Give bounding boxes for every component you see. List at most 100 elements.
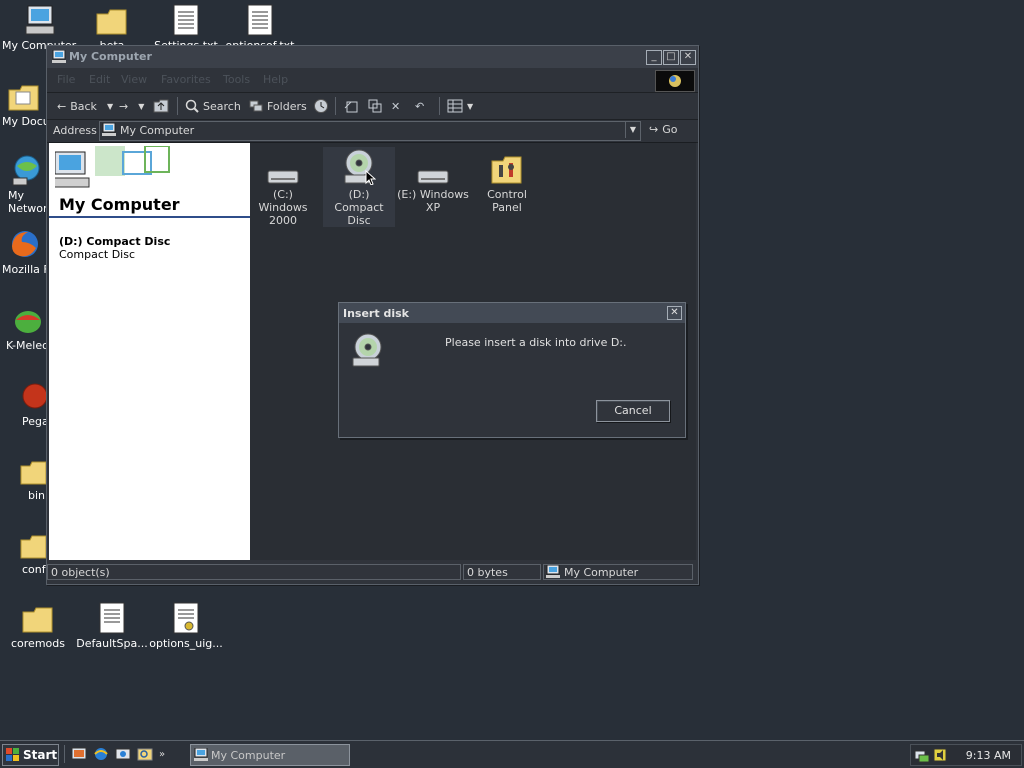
desktop-icon-label: K-Meleon	[6, 339, 46, 352]
menu-bar: File Edit View Favorites Tools Help	[47, 68, 698, 93]
search-icon	[185, 99, 199, 113]
desktop-icon-bin[interactable]: bin	[20, 452, 46, 502]
toolbar: ← Back ▼ → ▼ Search Folders ✕ ↶ ▼	[47, 93, 698, 120]
folder-icon	[20, 535, 46, 559]
outlook-express-icon[interactable]	[115, 746, 131, 762]
copy-to-button[interactable]	[367, 98, 383, 114]
folder-icon	[22, 607, 53, 633]
my-computer-banner-icon	[55, 146, 170, 188]
start-label: Start	[23, 748, 58, 762]
text-file-icon	[247, 4, 273, 36]
desktop-icon-my-network-places[interactable]: My Network Places	[8, 152, 48, 215]
folders-button[interactable]: Folders	[249, 98, 307, 114]
up-folder-button[interactable]	[153, 98, 169, 114]
menu-view[interactable]: View	[121, 73, 147, 86]
chevron-down-icon[interactable]: ▼	[138, 102, 144, 111]
selected-item-title: (D:) Compact Disc	[59, 235, 171, 248]
status-zone: My Computer	[543, 564, 693, 580]
toolbar-separator	[335, 97, 336, 115]
move-to-button[interactable]	[343, 98, 359, 114]
search-button[interactable]: Search	[185, 98, 241, 114]
window-titlebar[interactable]: My Computer _ □ ✕	[47, 46, 698, 68]
desktop-icon-mozilla-firefox[interactable]: Mozilla Firefox	[2, 226, 46, 276]
minimize-button[interactable]: _	[646, 50, 662, 65]
item-label: Control Panel	[487, 188, 527, 214]
address-dropdown-button[interactable]: ▼	[625, 122, 640, 138]
desktop-icon-defaultspa[interactable]: DefaultSpa...	[74, 600, 150, 650]
go-button[interactable]: ↪ Go	[649, 123, 677, 136]
folder-icon	[96, 9, 127, 35]
desktop-icon-label: options_uig...	[149, 637, 223, 650]
address-value: My Computer	[120, 124, 195, 137]
pegasus-icon	[22, 383, 46, 409]
cancel-button[interactable]: Cancel	[596, 400, 670, 422]
desktop-icon-label: Mozilla Firefox	[2, 263, 46, 276]
desktop-icon-label: bin	[28, 489, 46, 502]
volume-tray-icon[interactable]	[932, 747, 948, 763]
taskbar-button-label: My Computer	[211, 749, 286, 762]
start-button[interactable]: Start	[2, 744, 59, 766]
menu-edit[interactable]: Edit	[89, 73, 110, 86]
views-icon	[447, 99, 463, 113]
forward-button[interactable]: → ▼	[119, 98, 144, 114]
info-pane: My Computer (D:) Compact Disc Compact Di…	[49, 143, 250, 560]
computer-icon	[52, 49, 66, 66]
window-title: My Computer	[69, 50, 152, 63]
internet-explorer-icon[interactable]	[93, 746, 109, 762]
dialog-close-button[interactable]: ✕	[667, 306, 682, 320]
forward-arrow-icon: →	[119, 99, 129, 113]
config-file-icon	[173, 602, 199, 634]
page-title: My Computer	[59, 195, 180, 214]
toolbar-separator	[177, 97, 178, 115]
status-size: 0 bytes	[463, 564, 541, 580]
show-desktop-icon[interactable]	[71, 746, 87, 762]
desktop-icon-label: coremods	[11, 637, 65, 650]
desktop-icon-options-uig[interactable]: options_uig...	[148, 600, 224, 650]
address-input[interactable]: My Computer ▼	[99, 121, 641, 141]
delete-button[interactable]: ✕	[391, 98, 400, 114]
desktop-icon-my-documents[interactable]: My Documents	[2, 78, 46, 128]
search-computer-icon[interactable]	[137, 746, 153, 762]
taskbar-button-my-computer[interactable]: My Computer	[190, 744, 350, 766]
clock[interactable]: 9:13 AM	[966, 749, 1011, 762]
item-label: (E:) Windows XP	[397, 188, 469, 214]
delete-icon: ✕	[391, 99, 401, 113]
item-label: (C:) Windows 2000	[258, 188, 308, 227]
computer-icon	[102, 122, 116, 140]
back-arrow-icon: ←	[57, 99, 67, 113]
control-panel[interactable]: Control Panel	[471, 147, 543, 214]
go-label: Go	[662, 123, 678, 136]
desktop-icon-conf[interactable]: conf	[20, 526, 46, 576]
close-button[interactable]: ✕	[680, 50, 696, 65]
insert-disk-dialog[interactable]: Insert disk ✕ Please insert a disk into …	[338, 302, 686, 438]
undo-icon: ↶	[415, 99, 425, 113]
k-meleon-icon	[15, 311, 41, 333]
up-folder-icon	[153, 99, 169, 113]
chevron-right-icon[interactable]: »	[159, 749, 165, 760]
drive-e[interactable]: (E:) Windows XP	[397, 147, 469, 214]
desktop-icon-pegasus[interactable]: Pegasus	[22, 378, 46, 428]
views-button[interactable]: ▼	[447, 98, 473, 114]
menu-help[interactable]: Help	[263, 73, 288, 86]
chevron-down-icon[interactable]: ▼	[107, 102, 113, 111]
back-button[interactable]: ← Back ▼	[57, 98, 113, 114]
dialog-titlebar[interactable]: Insert disk ✕	[339, 303, 685, 323]
chevron-down-icon[interactable]: ▼	[467, 102, 473, 111]
status-object-count: 0 object(s)	[47, 564, 461, 580]
folders-icon	[249, 100, 263, 112]
drive-c[interactable]: (C:) Windows 2000	[247, 147, 319, 227]
history-button[interactable]	[313, 98, 329, 114]
undo-button[interactable]: ↶	[415, 98, 424, 114]
menu-file[interactable]: File	[57, 73, 75, 86]
desktop-icon-k-meleon[interactable]: K-Meleon	[6, 302, 46, 352]
dialog-title: Insert disk	[343, 307, 409, 320]
network-tray-icon[interactable]	[914, 747, 930, 763]
drive-d[interactable]: (D:) Compact Disc	[323, 147, 395, 227]
menu-tools[interactable]: Tools	[223, 73, 250, 86]
control-panel-icon	[491, 156, 522, 184]
maximize-button[interactable]: □	[663, 50, 679, 65]
desktop-icon-coremods[interactable]: coremods	[0, 600, 76, 650]
menu-favorites[interactable]: Favorites	[161, 73, 211, 86]
dialog-message: Please insert a disk into drive D:.	[445, 336, 627, 349]
desktop-icon-label: Pegasus	[22, 415, 46, 428]
